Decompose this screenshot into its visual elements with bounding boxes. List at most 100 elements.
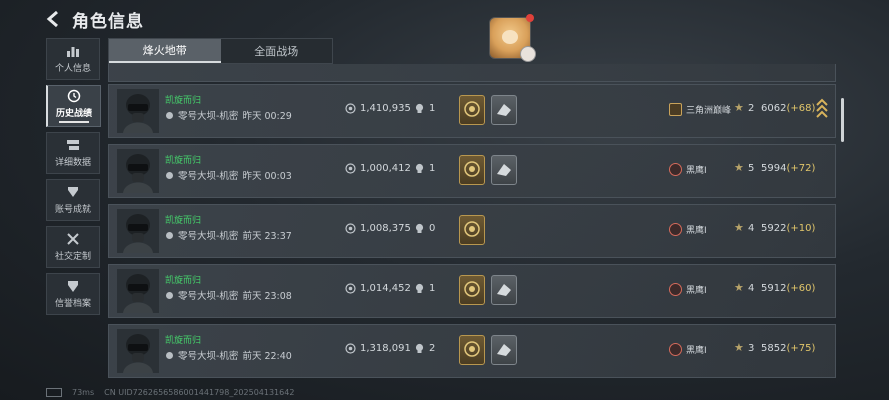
rank-score: 6062(+68) <box>761 103 815 114</box>
table-row[interactable]: 凯旋而归 零号大坝-机密 前天 22:40 1,318,091 2 黑鹰I ★ … <box>108 324 836 378</box>
silver-medal-icon <box>491 275 517 305</box>
kills-value: 1 <box>429 163 436 174</box>
kills-value: 1 <box>429 103 436 114</box>
operator-portrait <box>117 269 159 313</box>
bar-chart-icon <box>67 47 79 57</box>
money-stat: 1,014,452 <box>345 283 411 294</box>
back-button[interactable] <box>44 9 64 29</box>
score-delta: (+60) <box>786 283 816 294</box>
map-name: 零号大坝-机密 <box>178 111 239 122</box>
kills-stat: 1 <box>414 163 435 174</box>
scrollbar[interactable] <box>841 98 844 142</box>
page-title: 角色信息 <box>72 12 144 32</box>
star-count: 2 <box>748 103 755 114</box>
rank-score: 5922(+10) <box>761 223 815 234</box>
sidebar: 个人信息 历史战绩 详细数据 账号成就 社交定制 信誉档案 <box>46 38 101 320</box>
rank-icon <box>669 223 682 236</box>
kills-stat: 1 <box>414 103 435 114</box>
sidebar-item-achievements[interactable]: 账号成就 <box>46 179 100 221</box>
rank-icon <box>669 163 682 176</box>
operator-portrait <box>117 209 159 253</box>
kills-stat: 2 <box>414 343 435 354</box>
rank-name: 三角洲巅峰 <box>686 106 732 116</box>
kills-stat: 1 <box>414 283 435 294</box>
footer: 73ms CN UID7262656586001441798_202504131… <box>46 388 294 397</box>
rank-icon <box>669 283 682 296</box>
rank: 三角洲巅峰 <box>669 103 731 116</box>
match-history-list[interactable]: 凯旋而归 零号大坝-机密 昨天 00:29 1,410,935 1 三角洲巅峰 … <box>108 64 836 382</box>
operator-portrait <box>117 329 159 373</box>
money-value: 1,000,412 <box>360 163 411 174</box>
sidebar-item-reputation[interactable]: 信誉档案 <box>46 273 100 315</box>
star-icon: ★ <box>734 101 744 114</box>
star-icon: ★ <box>734 221 744 234</box>
money-stat: 1,008,375 <box>345 223 411 234</box>
map-icon <box>166 171 173 179</box>
match-result: 凯旋而归 <box>165 336 202 346</box>
table-row[interactable]: 凯旋而归 零号大坝-机密 昨天 00:29 1,410,935 1 三角洲巅峰 … <box>108 84 836 138</box>
tab-warzone[interactable]: 烽火地带 <box>109 39 221 63</box>
uid-text: CN UID7262656586001441798_202504131642 <box>104 388 295 397</box>
kills-stat: 0 <box>414 223 435 234</box>
score-value: 5922 <box>761 223 787 234</box>
history-icon <box>67 89 81 103</box>
sidebar-item-label: 社交定制 <box>54 252 91 262</box>
star-icon: ★ <box>734 341 744 354</box>
map-name: 零号大坝-机密 <box>178 231 239 242</box>
gold-medal-icon <box>459 215 485 245</box>
rank: 黑鹰I <box>669 223 707 236</box>
map-line: 零号大坝-机密 前天 22:40 <box>165 348 292 362</box>
rank-score: 5994(+72) <box>761 163 815 174</box>
money-value: 1,014,452 <box>360 283 411 294</box>
back-arrow-icon <box>46 10 58 28</box>
match-result: 凯旋而归 <box>165 216 202 226</box>
rank-name: 黑鹰I <box>686 286 707 296</box>
money-stat: 1,000,412 <box>345 163 411 174</box>
table-row[interactable]: 凯旋而归 零号大坝-机密 前天 23:08 1,014,452 1 黑鹰I ★ … <box>108 264 836 318</box>
sidebar-item-label: 历史战绩 <box>55 109 92 119</box>
sidebar-item-details[interactable]: 详细数据 <box>46 132 100 174</box>
rank-icon <box>669 343 682 356</box>
silver-medal-icon <box>491 335 517 365</box>
map-name: 零号大坝-机密 <box>178 351 239 362</box>
match-time: 前天 23:37 <box>242 231 292 242</box>
avatar[interactable] <box>489 14 536 62</box>
score-value: 5994 <box>761 163 787 174</box>
star-count: 4 <box>748 283 755 294</box>
table-row[interactable]: 凯旋而归 零号大坝-机密 昨天 00:03 1,000,412 1 黑鹰I ★ … <box>108 144 836 198</box>
sidebar-item-social[interactable]: 社交定制 <box>46 226 100 268</box>
avatar-face <box>502 30 518 44</box>
rank: 黑鹰I <box>669 163 707 176</box>
map-icon <box>166 111 173 119</box>
data-icon <box>67 140 79 150</box>
rank-name: 黑鹰I <box>686 346 707 356</box>
kills-value: 0 <box>429 223 436 234</box>
rank-up-chevron-icon <box>816 98 828 118</box>
match-result: 凯旋而归 <box>165 156 202 166</box>
table-row-partial[interactable] <box>108 64 836 82</box>
gold-medal-icon <box>459 335 485 365</box>
money-value: 1,008,375 <box>360 223 411 234</box>
table-row[interactable]: 凯旋而归 零号大坝-机密 前天 23:37 1,008,375 0 黑鹰I ★ … <box>108 204 836 258</box>
sidebar-item-history[interactable]: 历史战绩 <box>46 85 101 127</box>
silver-medal-icon <box>491 155 517 185</box>
score-delta: (+68) <box>786 103 816 114</box>
tab-full-battlefield[interactable]: 全面战场 <box>221 39 333 63</box>
score-value: 6062 <box>761 103 787 114</box>
gold-medal-icon <box>459 155 485 185</box>
map-name: 零号大坝-机密 <box>178 291 239 302</box>
coin-icon <box>345 343 356 354</box>
battery-icon <box>46 388 62 397</box>
map-icon <box>166 231 173 239</box>
active-underline <box>59 121 89 123</box>
sidebar-item-label: 账号成就 <box>54 205 91 215</box>
score-value: 5852 <box>761 343 787 354</box>
map-line: 零号大坝-机密 昨天 00:29 <box>165 108 292 122</box>
top-bar: 角色信息 <box>0 0 889 62</box>
avatar-badge-icon <box>520 46 536 62</box>
sidebar-item-profile[interactable]: 个人信息 <box>46 38 100 80</box>
star-icon: ★ <box>734 161 744 174</box>
gold-medal-icon <box>459 95 485 125</box>
ping-text: 73ms <box>72 388 95 397</box>
kills-value: 1 <box>429 283 436 294</box>
